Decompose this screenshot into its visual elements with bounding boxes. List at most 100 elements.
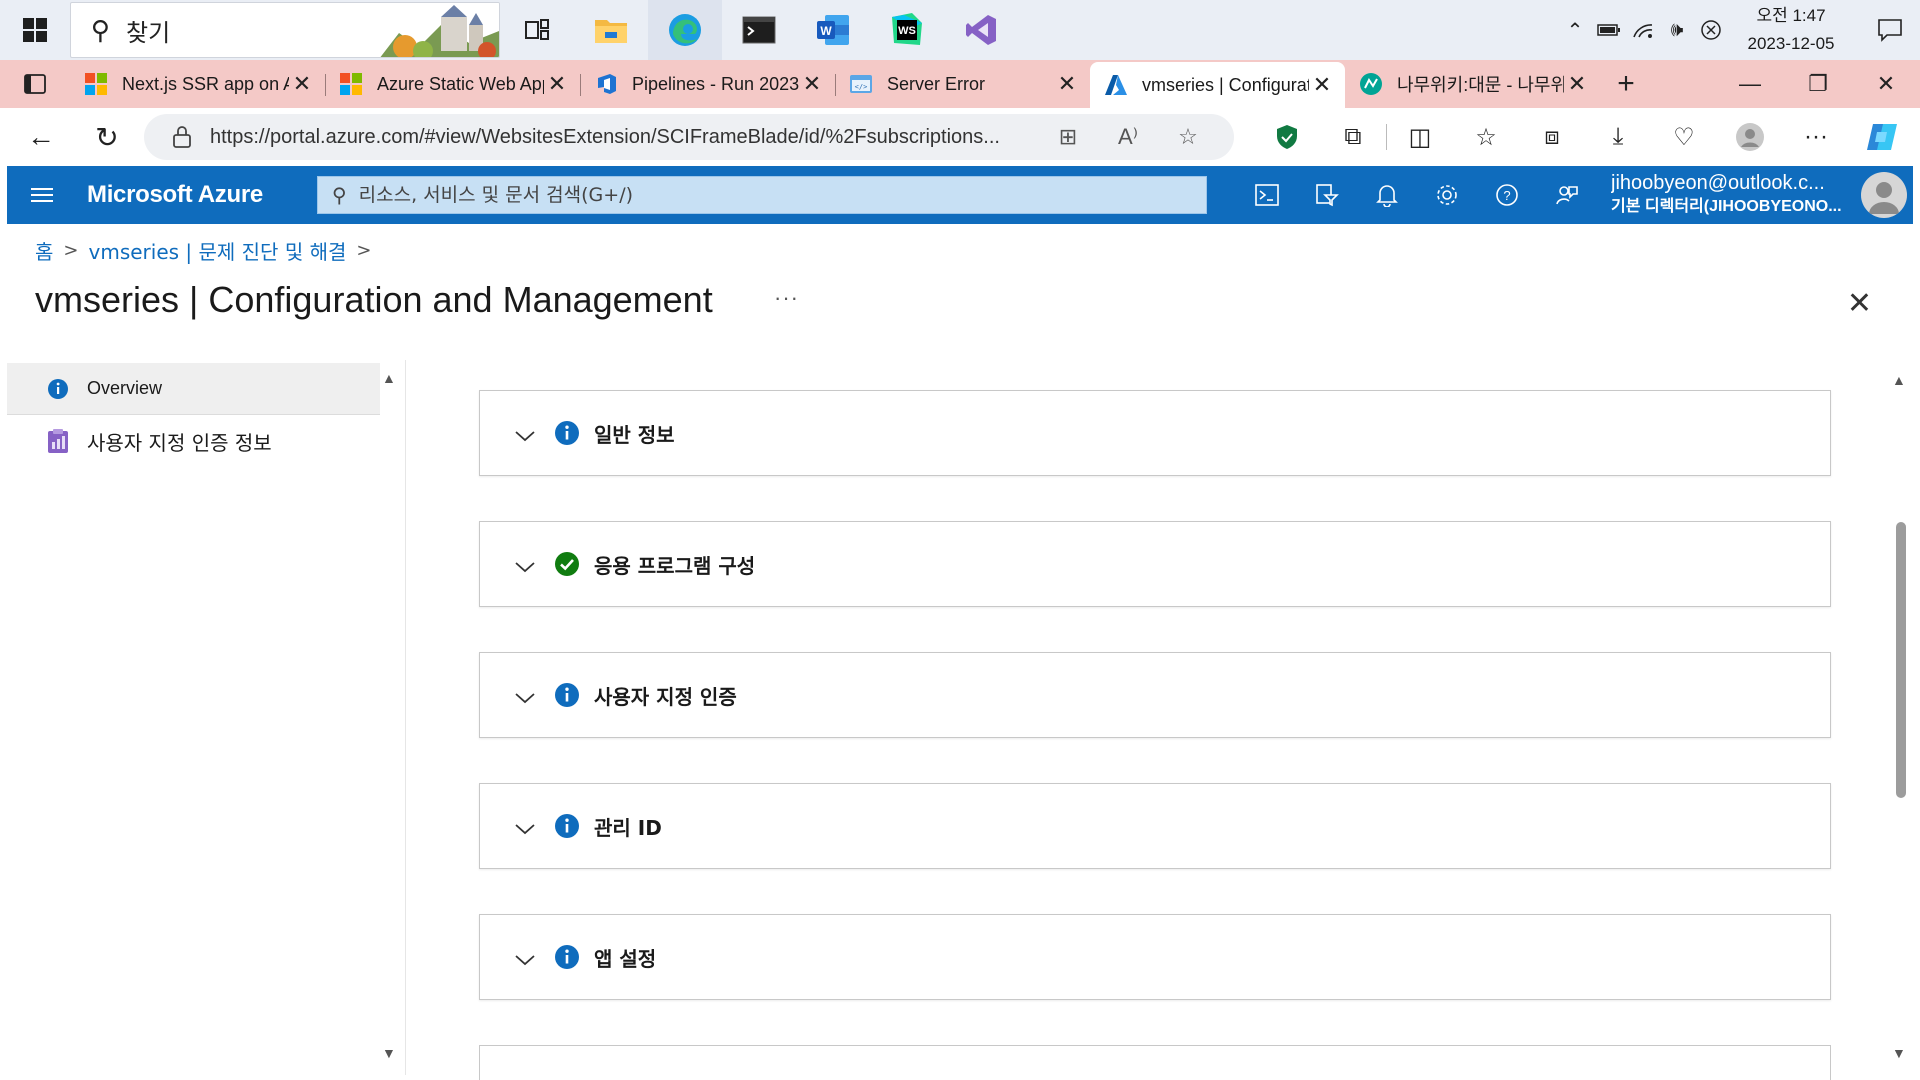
taskbar-file-explorer[interactable]: [574, 0, 648, 60]
azure-brand[interactable]: Microsoft Azure: [87, 181, 287, 209]
directory-filter-button[interactable]: [1297, 166, 1357, 224]
triangle-down-icon: ▼: [382, 1045, 396, 1061]
wifi-icon[interactable]: [1626, 0, 1660, 60]
tab-actions-button[interactable]: [0, 60, 70, 108]
browser-tab-active[interactable]: vmseries | Configuration ✕: [1090, 62, 1345, 108]
new-tab-button[interactable]: +: [1600, 67, 1652, 101]
section-general-info[interactable]: 일반 정보: [479, 390, 1831, 476]
info-icon: [45, 376, 71, 402]
extension-shield-button[interactable]: [1254, 108, 1320, 166]
portal-menu-button[interactable]: [7, 166, 77, 224]
notifications-button[interactable]: [1357, 166, 1417, 224]
taskbar-word[interactable]: W: [796, 0, 870, 60]
scrollbar-thumb[interactable]: [1896, 522, 1906, 798]
favorite-star-icon[interactable]: ☆: [1158, 124, 1218, 150]
close-icon[interactable]: ✕: [1564, 71, 1590, 97]
close-icon: ✕: [1846, 287, 1872, 320]
performance-button[interactable]: ♡: [1651, 108, 1717, 166]
minimize-button[interactable]: —: [1716, 60, 1784, 108]
cloud-shell-button[interactable]: [1237, 166, 1297, 224]
azure-devops-icon: [598, 74, 616, 94]
favorites-button[interactable]: ☆: [1453, 108, 1519, 166]
help-button[interactable]: ?: [1477, 166, 1537, 224]
taskbar-clock[interactable]: 오전 1:47 2023-12-05: [1736, 2, 1846, 58]
settings-button[interactable]: [1417, 166, 1477, 224]
taskbar-search-box[interactable]: ⚲ 찾기: [70, 2, 500, 58]
microsoft-icon: [85, 73, 107, 95]
copilot-button[interactable]: [1849, 108, 1915, 166]
close-blade-button[interactable]: ✕: [1847, 286, 1872, 321]
close-icon[interactable]: ✕: [1309, 72, 1335, 98]
section-custom-auth[interactable]: 사용자 지정 인증: [479, 652, 1831, 738]
breadcrumb-diagnose-link[interactable]: vmseries | 문제 진단 및 해결: [89, 236, 347, 265]
browser-tab[interactable]: 나무위키:대문 - 나무위키 ✕: [1345, 64, 1600, 104]
back-button[interactable]: ←: [8, 108, 74, 166]
section-title: 일반 정보: [594, 422, 675, 447]
section-title: 관리 ID: [594, 815, 662, 840]
taskbar-task-view[interactable]: [500, 0, 574, 60]
taskbar-terminal[interactable]: [722, 0, 796, 60]
menu-item-overview[interactable]: Overview: [7, 363, 380, 415]
profile-avatar-icon: [1736, 123, 1764, 151]
extensions-button[interactable]: ⧉: [1320, 108, 1386, 166]
download-icon: ⤓: [1612, 123, 1624, 150]
close-icon[interactable]: ✕: [1054, 71, 1080, 97]
scroll-down-button[interactable]: ▼: [1892, 1045, 1906, 1061]
address-bar[interactable]: https://portal.azure.com/#view/WebsitesE…: [144, 114, 1234, 160]
left-scroll-down-button[interactable]: ▼: [382, 1045, 396, 1061]
browser-tab[interactable]: Pipelines - Run 2023 ✕: [580, 64, 836, 104]
url-text[interactable]: https://portal.azure.com/#view/WebsitesE…: [210, 126, 1038, 149]
more-options-button[interactable]: ···: [774, 285, 799, 311]
refresh-button[interactable]: ↻: [74, 108, 140, 166]
feedback-button[interactable]: [1537, 166, 1597, 224]
left-scroll-up-button[interactable]: ▲: [382, 370, 396, 386]
breadcrumb-home-link[interactable]: 홈: [35, 236, 53, 265]
profile-button[interactable]: [1717, 108, 1783, 166]
app-available-icon[interactable]: ⊞: [1038, 124, 1098, 150]
section-partial[interactable]: [479, 1045, 1831, 1080]
chevron-right-icon: >: [63, 240, 79, 261]
taskbar-visual-studio[interactable]: [944, 0, 1018, 60]
section-app-config[interactable]: 응용 프로그램 구성: [479, 521, 1831, 607]
disconnected-icon[interactable]: [1694, 0, 1728, 60]
chevron-down-icon: [510, 954, 540, 966]
section-managed-id[interactable]: 관리 ID: [479, 783, 1831, 869]
battery-icon[interactable]: [1592, 0, 1626, 60]
restore-icon: ❐: [1808, 71, 1828, 96]
azure-search-input[interactable]: [358, 184, 1179, 206]
restore-button[interactable]: ❐: [1784, 60, 1852, 108]
lock-icon[interactable]: [168, 125, 196, 149]
browser-tab[interactable]: Azure Static Web Apps ✕: [325, 64, 581, 104]
browser-tab[interactable]: Next.js SSR app on Azure ✕: [70, 64, 326, 104]
close-icon[interactable]: ✕: [289, 71, 315, 97]
section-app-settings[interactable]: 앱 설정: [479, 914, 1831, 1000]
split-screen-button[interactable]: ◫: [1387, 108, 1453, 166]
start-button[interactable]: [0, 0, 70, 60]
shield-icon: [1277, 125, 1297, 149]
close-icon[interactable]: ✕: [799, 71, 825, 97]
menu-item-custom-auth[interactable]: 사용자 지정 인증 정보: [7, 415, 380, 467]
menu-item-label: 사용자 지정 인증 정보: [87, 430, 272, 455]
folder-icon: [595, 20, 627, 43]
azure-search-box[interactable]: ⚲: [317, 176, 1207, 214]
notification-center-button[interactable]: [1860, 0, 1920, 60]
browser-toolbar: ← ↻ https://portal.azure.com/#view/Websi…: [0, 108, 1920, 166]
close-icon[interactable]: ✕: [544, 71, 570, 97]
volume-icon[interactable]: 🕪: [1660, 0, 1694, 60]
svg-text:WS: WS: [898, 25, 916, 37]
chevron-up-icon[interactable]: ⌃: [1558, 0, 1592, 60]
page-title: vmseries | Configuration and Management: [35, 279, 713, 320]
chevron-down-icon: [510, 430, 540, 442]
read-aloud-icon[interactable]: A⁾: [1098, 124, 1158, 150]
collections-button[interactable]: ⧈: [1519, 108, 1585, 166]
terminal-icon: [742, 16, 776, 44]
settings-more-button[interactable]: ···: [1783, 108, 1849, 166]
close-window-button[interactable]: ✕: [1852, 60, 1920, 108]
browser-tab[interactable]: </> Server Error ✕: [835, 64, 1090, 104]
avatar[interactable]: [1861, 172, 1907, 218]
scroll-up-button[interactable]: ▲: [1892, 372, 1906, 388]
account-info[interactable]: jihoobyeon@outlook.c... 기본 디렉터리(JIHOOBYE…: [1611, 171, 1851, 219]
downloads-button[interactable]: ⤓: [1585, 108, 1651, 166]
taskbar-webstorm[interactable]: WS: [870, 0, 944, 60]
taskbar-edge[interactable]: [648, 0, 722, 60]
